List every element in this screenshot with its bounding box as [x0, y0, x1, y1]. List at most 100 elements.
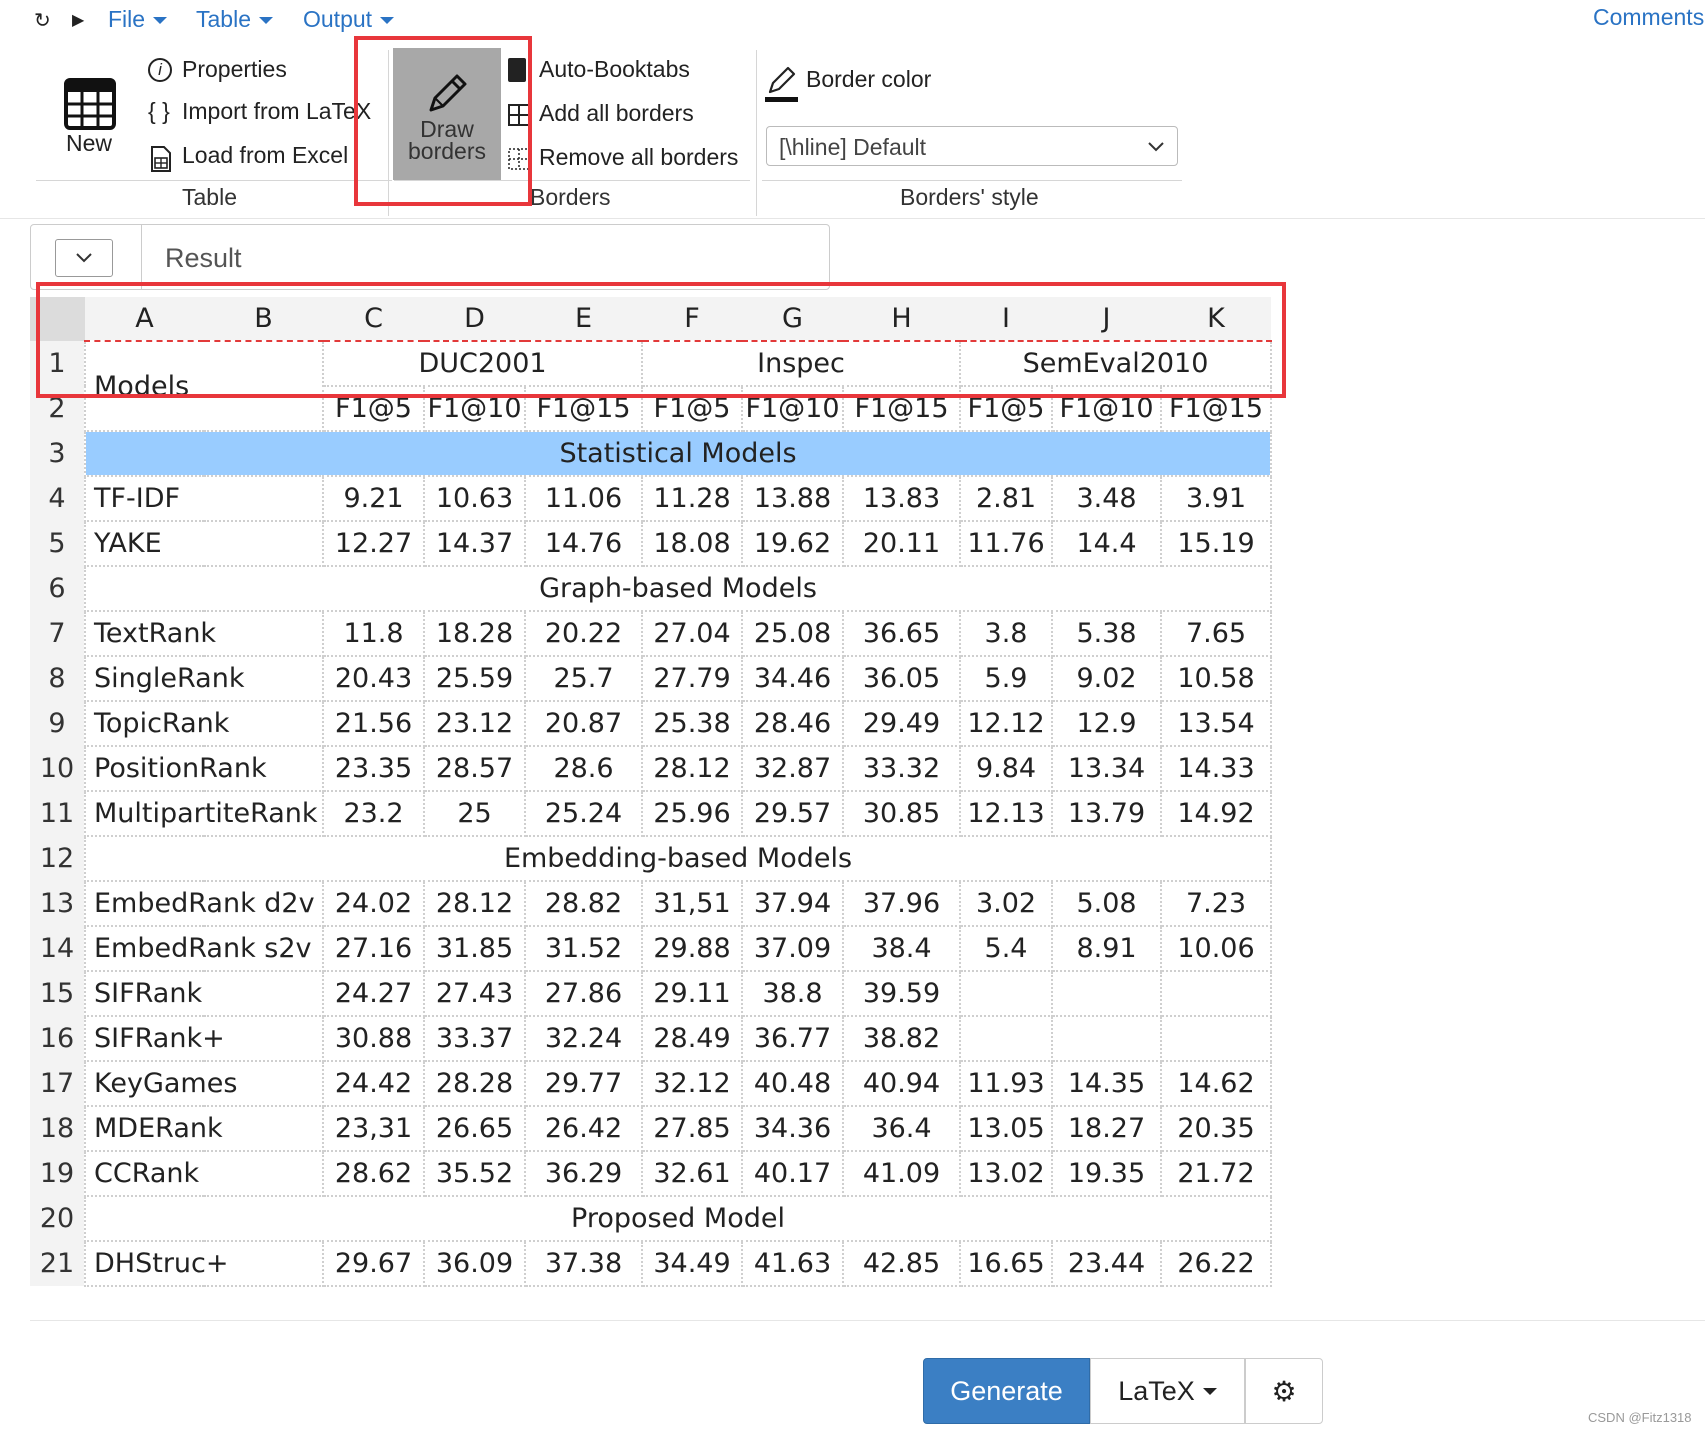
score-cell[interactable]: 27.85: [641, 1105, 743, 1152]
score-cell[interactable]: 8.91: [1051, 925, 1162, 972]
border-style-select[interactable]: [\hline] Default: [766, 126, 1178, 166]
score-cell[interactable]: 40.94: [842, 1060, 961, 1107]
score-cell[interactable]: 12.9: [1051, 700, 1162, 747]
model-name-cell[interactable]: KeyGames: [84, 1060, 324, 1107]
score-cell[interactable]: 31.85: [423, 925, 526, 972]
score-cell[interactable]: 11.93: [959, 1060, 1053, 1107]
score-cell[interactable]: 23.12: [423, 700, 526, 747]
score-cell[interactable]: 29.11: [641, 970, 743, 1017]
score-cell[interactable]: 12.13: [959, 790, 1053, 837]
section-header-cell[interactable]: Proposed Model: [84, 1195, 1272, 1242]
score-cell[interactable]: 23.44: [1051, 1240, 1162, 1287]
model-name-cell[interactable]: SIFRank+: [84, 1015, 324, 1062]
score-cell[interactable]: 34.49: [641, 1240, 743, 1287]
score-cell[interactable]: 10.63: [423, 475, 526, 522]
score-cell[interactable]: 20.22: [524, 610, 643, 657]
score-cell[interactable]: 3.91: [1160, 475, 1272, 522]
score-cell[interactable]: 25.08: [741, 610, 844, 657]
score-cell[interactable]: 28.62: [322, 1150, 425, 1197]
properties-button[interactable]: i Properties: [148, 56, 368, 86]
menu-file[interactable]: File: [108, 6, 168, 33]
row-number[interactable]: 18: [30, 1106, 85, 1151]
row-number[interactable]: 14: [30, 926, 85, 971]
score-cell[interactable]: 30.85: [842, 790, 961, 837]
score-cell[interactable]: 21.72: [1160, 1150, 1272, 1197]
score-cell[interactable]: 5.38: [1051, 610, 1162, 657]
score-cell[interactable]: 14.33: [1160, 745, 1272, 792]
model-name-cell[interactable]: TextRank: [84, 610, 324, 657]
score-cell[interactable]: 5.08: [1051, 880, 1162, 927]
row-number[interactable]: 9: [30, 701, 85, 746]
model-name-cell[interactable]: MDERank: [84, 1105, 324, 1152]
score-cell[interactable]: 36.05: [842, 655, 961, 702]
result-dropdown[interactable]: [55, 239, 113, 277]
score-cell[interactable]: 27.43: [423, 970, 526, 1017]
score-cell[interactable]: 36.09: [423, 1240, 526, 1287]
score-cell[interactable]: 15.19: [1160, 520, 1272, 567]
score-cell[interactable]: 29.49: [842, 700, 961, 747]
row-number[interactable]: 6: [30, 566, 85, 611]
score-cell[interactable]: 25.96: [641, 790, 743, 837]
score-cell[interactable]: 23.35: [322, 745, 425, 792]
score-cell[interactable]: 28.49: [641, 1015, 743, 1062]
score-cell[interactable]: 13.02: [959, 1150, 1053, 1197]
load-excel-button[interactable]: Load from Excel: [148, 142, 368, 172]
score-cell[interactable]: [1051, 970, 1162, 1017]
score-cell[interactable]: [1160, 1015, 1272, 1062]
score-cell[interactable]: 36.77: [741, 1015, 844, 1062]
score-cell[interactable]: 32.24: [524, 1015, 643, 1062]
score-cell[interactable]: 11.06: [524, 475, 643, 522]
model-name-cell[interactable]: SIFRank: [84, 970, 324, 1017]
score-cell[interactable]: 36.29: [524, 1150, 643, 1197]
score-cell[interactable]: 18.28: [423, 610, 526, 657]
add-all-borders-button[interactable]: Add all borders: [506, 100, 706, 130]
score-cell[interactable]: 25: [423, 790, 526, 837]
model-name-cell[interactable]: TF-IDF: [84, 475, 324, 522]
model-name-cell[interactable]: EmbedRank s2v: [84, 925, 324, 972]
score-cell[interactable]: [959, 970, 1053, 1017]
score-cell[interactable]: 42.85: [842, 1240, 961, 1287]
row-number[interactable]: 7: [30, 611, 85, 656]
score-cell[interactable]: 31,51: [641, 880, 743, 927]
row-number[interactable]: 12: [30, 836, 85, 881]
score-cell[interactable]: 34.46: [741, 655, 844, 702]
model-name-cell[interactable]: CCRank: [84, 1150, 324, 1197]
score-cell[interactable]: 21.56: [322, 700, 425, 747]
model-name-cell[interactable]: MultipartiteRank: [84, 790, 324, 837]
score-cell[interactable]: 28.82: [524, 880, 643, 927]
score-cell[interactable]: 10.58: [1160, 655, 1272, 702]
menu-output[interactable]: Output: [303, 6, 395, 33]
score-cell[interactable]: 32.87: [741, 745, 844, 792]
score-cell[interactable]: 24.02: [322, 880, 425, 927]
score-cell[interactable]: 9.02: [1051, 655, 1162, 702]
score-cell[interactable]: 2.81: [959, 475, 1053, 522]
score-cell[interactable]: 20.11: [842, 520, 961, 567]
row-number[interactable]: 17: [30, 1061, 85, 1106]
score-cell[interactable]: 19.35: [1051, 1150, 1162, 1197]
score-cell[interactable]: [959, 1015, 1053, 1062]
score-cell[interactable]: 29.67: [322, 1240, 425, 1287]
score-cell[interactable]: 25.7: [524, 655, 643, 702]
score-cell[interactable]: 28.12: [641, 745, 743, 792]
score-cell[interactable]: 29.77: [524, 1060, 643, 1107]
play-icon[interactable]: ▶: [72, 10, 84, 30]
score-cell[interactable]: 26.65: [423, 1105, 526, 1152]
score-cell[interactable]: 23,31: [322, 1105, 425, 1152]
comments-link[interactable]: Comments: [1593, 4, 1704, 31]
new-table-button[interactable]: New: [58, 74, 122, 164]
score-cell[interactable]: 26.22: [1160, 1240, 1272, 1287]
score-cell[interactable]: 18.08: [641, 520, 743, 567]
score-cell[interactable]: 12.12: [959, 700, 1053, 747]
score-cell[interactable]: 27.04: [641, 610, 743, 657]
score-cell[interactable]: 10.06: [1160, 925, 1272, 972]
score-cell[interactable]: 14.37: [423, 520, 526, 567]
score-cell[interactable]: 28.12: [423, 880, 526, 927]
score-cell[interactable]: 20.43: [322, 655, 425, 702]
remove-all-borders-button[interactable]: Remove all borders: [506, 144, 756, 174]
row-number[interactable]: 4: [30, 476, 85, 521]
row-number[interactable]: 5: [30, 521, 85, 566]
score-cell[interactable]: 32.12: [641, 1060, 743, 1107]
score-cell[interactable]: 36.65: [842, 610, 961, 657]
settings-button[interactable]: ⚙: [1245, 1358, 1323, 1424]
row-number[interactable]: 8: [30, 656, 85, 701]
